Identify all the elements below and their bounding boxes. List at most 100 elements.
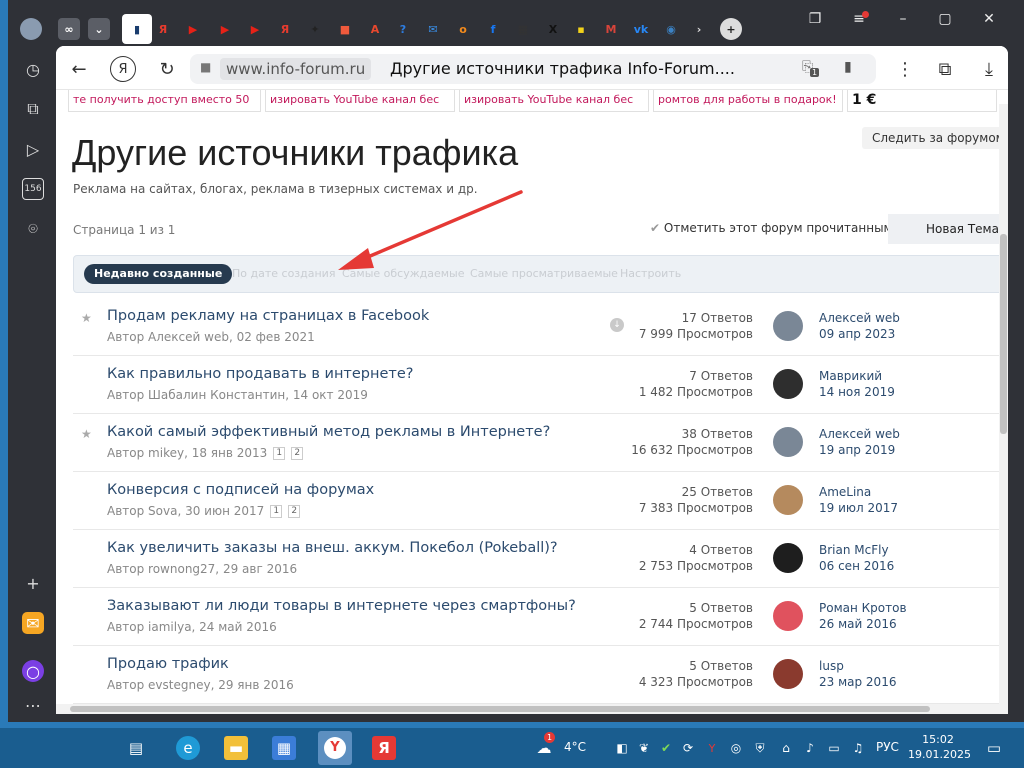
tab-vk-icon[interactable]: vk bbox=[630, 18, 652, 40]
last-post-user-link[interactable]: Brian McFly bbox=[819, 542, 894, 558]
ad-banner[interactable]: изировать YouTube канал бес bbox=[459, 90, 649, 112]
menu-icon[interactable]: ≡ bbox=[844, 8, 874, 30]
new-tab-plus-icon[interactable]: + bbox=[720, 18, 742, 40]
tab-translate-icon[interactable]: A bbox=[364, 18, 386, 40]
network-icon[interactable]: ▭ bbox=[822, 736, 846, 760]
minimize-icon[interactable]: – bbox=[888, 8, 918, 30]
topic-page-link[interactable]: 2 bbox=[291, 447, 304, 460]
play-icon[interactable]: ▷ bbox=[22, 138, 44, 160]
topic-page-link[interactable]: 2 bbox=[288, 505, 301, 518]
last-post-user-link[interactable]: AmeLina bbox=[819, 484, 898, 500]
yandex-browser-icon[interactable]: Y bbox=[318, 731, 352, 765]
tab-gmail-icon[interactable]: M bbox=[600, 18, 622, 40]
topic-row[interactable]: Конверсия с подписей на форумах Автор Sov… bbox=[73, 472, 1008, 530]
collections-icon[interactable]: ❐ bbox=[800, 8, 830, 30]
avatar[interactable] bbox=[773, 485, 803, 515]
topic-page-link[interactable]: 1 bbox=[270, 505, 283, 518]
file-explorer-icon[interactable]: ▬ bbox=[224, 736, 248, 760]
ad-banner[interactable]: те получить доступ вместо 50 bbox=[68, 90, 261, 112]
topic-title-link[interactable]: Продам рекламу на страницах в Facebook bbox=[107, 308, 429, 324]
filter-customize[interactable]: Настроить bbox=[620, 267, 681, 280]
avatar[interactable] bbox=[773, 543, 803, 573]
back-icon[interactable]: ← bbox=[66, 56, 92, 82]
avatar[interactable] bbox=[773, 601, 803, 631]
last-post-date-link[interactable]: 23 мар 2016 bbox=[819, 674, 896, 690]
filter-recent[interactable]: Недавно созданные bbox=[84, 264, 233, 284]
volume-icon[interactable]: ♫ bbox=[846, 736, 870, 760]
tabs-icon[interactable]: ⧉ bbox=[22, 98, 44, 120]
tab-collapse-icon[interactable]: ⌄ bbox=[88, 18, 110, 40]
download-manager-icon[interactable]: ⎘ 1 bbox=[802, 59, 820, 77]
tab-circle-icon[interactable]: ◉ bbox=[660, 18, 682, 40]
tray-app-icon[interactable]: ◧ bbox=[610, 736, 634, 760]
tab-mail-icon[interactable]: ✉ bbox=[422, 18, 444, 40]
tray-usb-icon[interactable]: ⌂ bbox=[774, 736, 798, 760]
tab-facebook-icon[interactable]: f bbox=[482, 18, 504, 40]
last-post-user-link[interactable]: lusp bbox=[819, 658, 896, 674]
topic-title-link[interactable]: Как правильно продавать в интернете? bbox=[107, 366, 413, 382]
topic-title-link[interactable]: Как увеличить заказы на внеш. аккум. Пок… bbox=[107, 540, 558, 556]
tab-yandex-2-icon[interactable]: Я bbox=[274, 18, 296, 40]
language-indicator[interactable]: РУС bbox=[876, 740, 899, 754]
history-icon[interactable]: ◷ bbox=[22, 58, 44, 80]
tray-yandex-icon[interactable]: Y bbox=[700, 736, 724, 760]
profile-avatar[interactable] bbox=[20, 18, 42, 40]
downloads-icon[interactable]: ⤓ bbox=[976, 56, 1002, 82]
last-post-user-link[interactable]: Алексей web bbox=[819, 426, 900, 442]
topic-row[interactable]: Продаю трафик Автор evstegney, 29 янв 201… bbox=[73, 646, 1008, 704]
tab-youtube-2-icon[interactable]: ▶ bbox=[214, 18, 236, 40]
reload-icon[interactable]: ↻ bbox=[154, 56, 180, 82]
last-post-date-link[interactable]: 14 ноя 2019 bbox=[819, 384, 895, 400]
extensions-icon[interactable]: ⧉ bbox=[932, 56, 958, 82]
avatar[interactable] bbox=[773, 311, 803, 341]
horizontal-scrollbar[interactable] bbox=[56, 704, 999, 714]
tab-yandex-1-icon[interactable]: Я bbox=[152, 18, 174, 40]
bookmark-icon[interactable]: ▮ bbox=[844, 59, 852, 75]
topic-title-link[interactable]: Конверсия с подписей на форумах bbox=[107, 482, 374, 498]
topic-page-link[interactable]: 1 bbox=[273, 447, 286, 460]
last-post-date-link[interactable]: 19 июл 2017 bbox=[819, 500, 898, 516]
yandex-home-icon[interactable]: Я bbox=[110, 56, 136, 82]
last-post-date-link[interactable]: 09 апр 2023 bbox=[819, 326, 900, 342]
topic-row[interactable]: ★ Какой самый эффективный метод рекламы в… bbox=[73, 414, 1008, 472]
add-panel-icon[interactable]: + bbox=[22, 572, 44, 594]
address-bar[interactable]: ■ www.info-forum.ru Другие источники тра… bbox=[190, 54, 876, 84]
mark-read-link[interactable]: ✔ Отметить этот форум прочитанным bbox=[650, 221, 893, 235]
tray-sync-icon[interactable]: ⟳ bbox=[676, 736, 700, 760]
tray-shield-icon[interactable]: ⛨ bbox=[748, 736, 772, 760]
maximize-icon[interactable]: ▢ bbox=[930, 8, 960, 30]
new-topic-button[interactable]: Новая Тема bbox=[888, 214, 1008, 244]
screenshot-icon[interactable]: ⌾ bbox=[22, 218, 44, 240]
ad-banner[interactable]: изировать YouTube канал бес bbox=[265, 90, 455, 112]
follow-forum-button[interactable]: Следить за форумом bbox=[862, 127, 1005, 149]
topic-row[interactable]: Заказывают ли люди товары в интернете че… bbox=[73, 588, 1008, 646]
tray-check-icon[interactable]: ✔ bbox=[654, 736, 678, 760]
tab-yellow-icon[interactable]: ▪ bbox=[570, 18, 592, 40]
last-post-user-link[interactable]: Алексей web bbox=[819, 310, 900, 326]
tab-x-icon[interactable]: X bbox=[542, 18, 564, 40]
tab-grid-icon[interactable]: ▦ bbox=[512, 18, 534, 40]
ad-banner[interactable]: ромтов для работы в подарок! bbox=[653, 90, 843, 112]
ad-banner[interactable]: 1 € bbox=[847, 90, 997, 112]
vertical-scroll-thumb[interactable] bbox=[1000, 234, 1007, 434]
tray-target-icon[interactable]: ◎ bbox=[724, 736, 748, 760]
topic-row[interactable]: Как правильно продавать в интернете? Авто… bbox=[73, 356, 1008, 414]
avatar[interactable] bbox=[773, 659, 803, 689]
weather-icon[interactable]: ☁ 1 bbox=[532, 732, 556, 760]
mail-app-icon[interactable]: ✉ bbox=[22, 612, 44, 634]
topic-title-link[interactable]: Заказывают ли люди товары в интернете че… bbox=[107, 598, 576, 614]
store-icon[interactable]: ▦ bbox=[272, 736, 296, 760]
vertical-scrollbar[interactable] bbox=[999, 104, 1008, 714]
tab-doc-icon[interactable]: ■ bbox=[334, 18, 356, 40]
tray-leaf-icon[interactable]: ❦ bbox=[632, 736, 656, 760]
clock[interactable]: 15:02 19.01.2025 bbox=[908, 732, 971, 762]
tab-star-icon[interactable]: ✦ bbox=[304, 18, 326, 40]
close-window-icon[interactable]: ✕ bbox=[974, 8, 1004, 30]
tab-active-forum-icon[interactable]: ▮ bbox=[122, 14, 152, 44]
notifications-icon[interactable]: ▭ bbox=[982, 736, 1006, 760]
microphone-icon[interactable]: ♪ bbox=[798, 736, 822, 760]
last-post-user-link[interactable]: Роман Кротов bbox=[819, 600, 907, 616]
more-icon[interactable]: ⋯ bbox=[22, 694, 44, 716]
last-post-date-link[interactable]: 06 сен 2016 bbox=[819, 558, 894, 574]
last-post-date-link[interactable]: 19 апр 2019 bbox=[819, 442, 900, 458]
